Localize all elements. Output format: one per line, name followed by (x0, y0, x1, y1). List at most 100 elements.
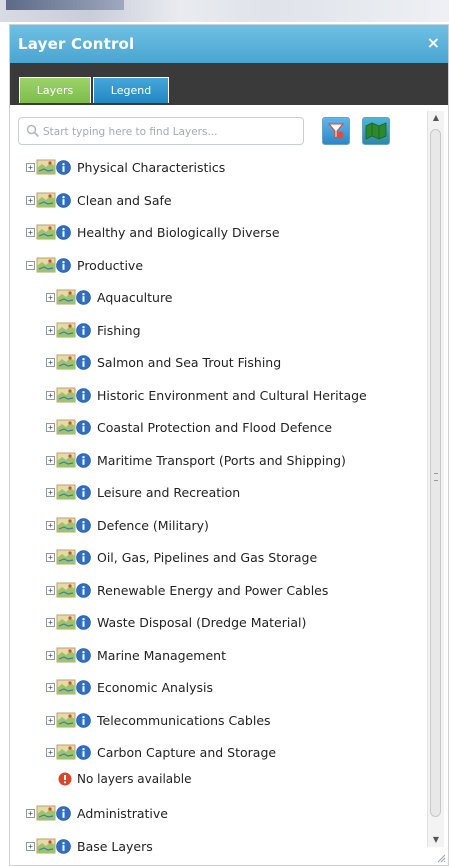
layer-label[interactable]: Marine Management (97, 648, 226, 663)
info-icon[interactable] (56, 838, 71, 854)
panel-titlebar[interactable]: Layer Control × (10, 25, 448, 63)
expand-toggle[interactable]: + (46, 520, 55, 530)
tree-layer[interactable]: + Aquaculture (46, 283, 173, 311)
expand-toggle[interactable]: + (46, 487, 55, 497)
info-icon[interactable] (76, 549, 91, 565)
scroll-up-arrow[interactable]: ▲ (428, 111, 444, 125)
collapse-toggle[interactable]: − (26, 260, 35, 270)
info-icon[interactable] (76, 744, 91, 760)
search-box[interactable] (18, 117, 304, 145)
info-icon[interactable] (56, 192, 71, 208)
tree-layer[interactable]: + Historic Environment and Cultural Herit… (46, 381, 367, 409)
tab-layers[interactable]: Layers (19, 77, 91, 103)
layer-label[interactable]: Economic Analysis (97, 680, 213, 695)
tree-layer[interactable]: + Oil, Gas, Pipelines and Gas Storage (46, 543, 317, 571)
expand-toggle[interactable]: + (26, 227, 35, 237)
layer-label[interactable]: Waste Disposal (Dredge Material) (97, 615, 306, 630)
expand-toggle[interactable]: + (26, 195, 35, 205)
layer-label[interactable]: Administrative (77, 806, 168, 821)
tab-legend[interactable]: Legend (93, 77, 169, 103)
info-icon[interactable] (76, 712, 91, 728)
resize-grip[interactable] (436, 853, 446, 863)
expand-toggle[interactable]: + (26, 162, 35, 172)
expand-toggle[interactable]: + (46, 747, 55, 757)
layer-label[interactable]: Fishing (97, 323, 141, 338)
info-icon[interactable] (76, 354, 91, 370)
filter-icon (327, 123, 345, 139)
scroll-thumb[interactable] (430, 129, 441, 817)
layer-label[interactable]: Renewable Energy and Power Cables (97, 583, 328, 598)
layer-label[interactable]: Healthy and Biologically Diverse (77, 225, 280, 240)
info-icon[interactable] (76, 289, 91, 305)
layer-label[interactable]: Carbon Capture and Storage (97, 745, 276, 760)
tree-layer[interactable]: + Economic Analysis (46, 673, 213, 701)
info-icon[interactable] (76, 614, 91, 630)
expand-toggle[interactable]: + (26, 841, 35, 851)
info-icon[interactable] (76, 322, 91, 338)
expand-toggle[interactable]: + (46, 552, 55, 562)
expand-toggle[interactable]: + (46, 715, 55, 725)
tree-group[interactable]: + Base Layers (26, 832, 153, 860)
search-row (18, 117, 398, 147)
layer-label[interactable]: Salmon and Sea Trout Fishing (97, 355, 281, 370)
layer-label[interactable]: Oil, Gas, Pipelines and Gas Storage (97, 550, 317, 565)
scroll-down-arrow[interactable]: ▼ (428, 833, 444, 847)
tree-layer[interactable]: + Defence (Military) (46, 511, 209, 539)
expand-toggle[interactable]: + (46, 357, 55, 367)
info-icon[interactable] (56, 805, 71, 821)
info-icon[interactable] (56, 159, 71, 175)
tree-layer[interactable]: + Salmon and Sea Trout Fishing (46, 348, 281, 376)
expand-toggle[interactable]: + (46, 617, 55, 627)
tree-layer[interactable]: + Carbon Capture and Storage (46, 738, 276, 766)
tree-layer[interactable]: + Telecommunications Cables (46, 706, 271, 734)
tree-layer[interactable]: + Waste Disposal (Dredge Material) (46, 608, 306, 636)
layer-map-icon (56, 354, 76, 370)
tree-group[interactable]: + Physical Characteristics (26, 153, 225, 181)
tree-group[interactable]: + Healthy and Biologically Diverse (26, 218, 280, 246)
tree-layer[interactable]: + Leisure and Recreation (46, 478, 240, 506)
info-icon[interactable] (76, 517, 91, 533)
info-icon[interactable] (76, 647, 91, 663)
info-icon[interactable] (76, 484, 91, 500)
info-icon[interactable] (76, 419, 91, 435)
tree-layer[interactable]: + Maritime Transport (Ports and Shipping) (46, 446, 346, 474)
tree-layer[interactable]: + Fishing (46, 316, 141, 344)
layer-label[interactable]: Telecommunications Cables (97, 713, 271, 728)
layer-label[interactable]: Base Layers (77, 839, 153, 854)
tree-group[interactable]: − Productive (26, 251, 143, 279)
layer-label[interactable]: Physical Characteristics (77, 160, 225, 175)
layer-label[interactable]: Leisure and Recreation (97, 485, 240, 500)
layer-label[interactable]: Coastal Protection and Flood Defence (97, 420, 332, 435)
info-icon[interactable] (56, 224, 71, 240)
expand-toggle[interactable]: + (46, 292, 55, 302)
info-icon[interactable] (76, 582, 91, 598)
expand-toggle[interactable]: + (46, 390, 55, 400)
layer-label[interactable]: Defence (Military) (97, 518, 209, 533)
layer-label[interactable]: Productive (77, 258, 143, 273)
tree-layer[interactable]: + Marine Management (46, 641, 226, 669)
expand-toggle[interactable]: + (46, 585, 55, 595)
expand-toggle[interactable]: + (46, 650, 55, 660)
expand-toggle[interactable]: + (46, 682, 55, 692)
tree-layer[interactable]: + Renewable Energy and Power Cables (46, 576, 328, 604)
layer-label[interactable]: Aquaculture (97, 290, 173, 305)
layer-label[interactable]: Maritime Transport (Ports and Shipping) (97, 453, 346, 468)
expand-toggle[interactable]: + (46, 455, 55, 465)
expand-toggle[interactable]: + (26, 808, 35, 818)
info-icon[interactable] (76, 452, 91, 468)
info-icon[interactable] (56, 257, 71, 273)
tree-group[interactable]: + Clean and Safe (26, 186, 172, 214)
scrollbar[interactable]: ▲ ▼ (427, 111, 444, 847)
map-button[interactable] (362, 117, 390, 145)
expand-toggle[interactable]: + (46, 422, 55, 432)
close-button[interactable]: × (427, 33, 440, 52)
expand-toggle[interactable]: + (46, 325, 55, 335)
layer-label[interactable]: Historic Environment and Cultural Herita… (97, 388, 367, 403)
info-icon[interactable] (76, 679, 91, 695)
tree-group[interactable]: + Administrative (26, 799, 168, 827)
layer-label[interactable]: Clean and Safe (77, 193, 172, 208)
search-input[interactable] (41, 121, 300, 143)
filter-button[interactable] (322, 117, 350, 145)
tree-layer[interactable]: + Coastal Protection and Flood Defence (46, 413, 332, 441)
info-icon[interactable] (76, 387, 91, 403)
